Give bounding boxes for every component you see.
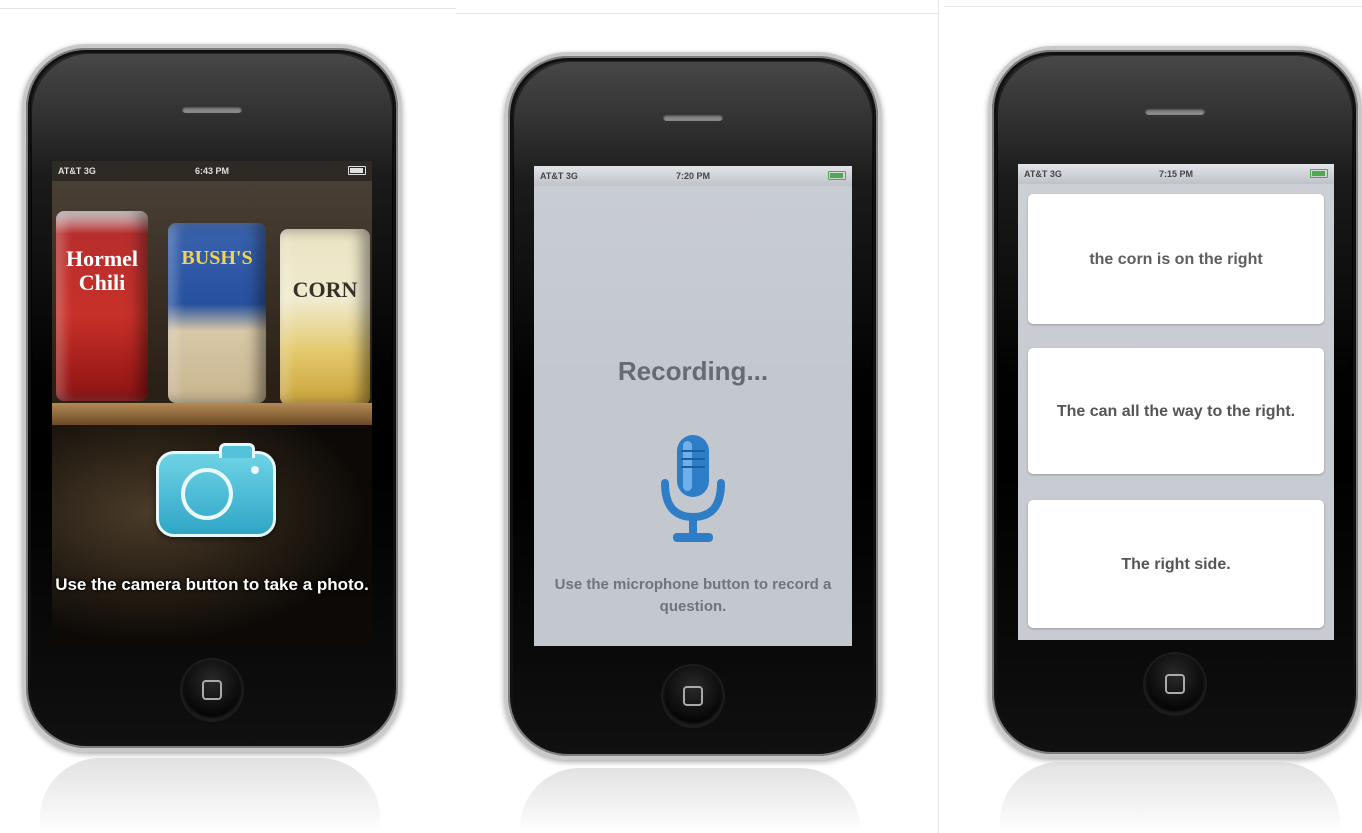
camera-screen: Hormel Chili BUSH'S CORN AT&T 3G 6:43 PM… [52, 161, 372, 645]
answers-screen: AT&T 3G 7:15 PM the corn is on the right… [1018, 164, 1334, 640]
recording-screen: AT&T 3G 7:20 PM Recording... Use the mic… [534, 166, 852, 646]
microphone-icon[interactable] [653, 431, 733, 551]
status-bar: AT&T 3G 7:15 PM [1018, 164, 1334, 184]
camera-button[interactable] [156, 443, 276, 537]
battery-icon [1309, 168, 1328, 178]
phone-reflection [520, 768, 860, 833]
phone-recording: AT&T 3G 7:20 PM Recording... Use the mic… [504, 52, 882, 760]
phone-camera: Hormel Chili BUSH'S CORN AT&T 3G 6:43 PM… [22, 44, 402, 752]
camera-shutter-bump [219, 443, 255, 458]
frame-divider-top-middle [456, 13, 938, 14]
status-bar: AT&T 3G 7:20 PM [534, 166, 852, 186]
earpiece-speaker [182, 106, 242, 113]
earpiece-speaker [1145, 108, 1205, 115]
recording-instruction: Use the microphone button to record a qu… [554, 576, 832, 615]
battery-icon [348, 165, 367, 175]
bushs-can: BUSH'S [168, 223, 266, 403]
answer-card[interactable]: the corn is on the right [1028, 194, 1324, 324]
camera-instruction: Use the camera button to take a photo. [55, 575, 369, 594]
answer-card[interactable]: The can all the way to the right. [1028, 348, 1324, 474]
answer-card[interactable]: The right side. [1028, 500, 1324, 628]
frame-divider-top-right [944, 6, 1362, 7]
corn-can: CORN [280, 229, 370, 405]
clock: 7:15 PM [1158, 169, 1193, 179]
carrier-label: AT&T 3G [1024, 169, 1062, 179]
home-button[interactable] [1145, 654, 1205, 714]
home-button[interactable] [663, 666, 723, 726]
clock: 6:43 PM [195, 166, 230, 176]
battery-icon [828, 170, 846, 180]
carrier-label: AT&T 3G [540, 171, 578, 181]
camera-flash-icon [251, 466, 259, 474]
pantry-shelf [52, 403, 372, 425]
camera-icon [181, 468, 233, 520]
earpiece-speaker [663, 114, 723, 121]
chili-can: Hormel Chili [56, 211, 148, 401]
recording-title: Recording... [617, 356, 769, 386]
frame-divider-top [0, 8, 456, 9]
status-bar: AT&T 3G 6:43 PM [52, 161, 372, 181]
clock: 7:20 PM [675, 171, 710, 181]
frame-divider-vertical [938, 0, 939, 833]
phone-reflection [40, 758, 380, 833]
phone-answers: AT&T 3G 7:15 PM the corn is on the right… [988, 46, 1362, 758]
home-button[interactable] [182, 660, 242, 720]
carrier-label: AT&T 3G [58, 166, 96, 176]
phone-reflection [1000, 762, 1340, 833]
